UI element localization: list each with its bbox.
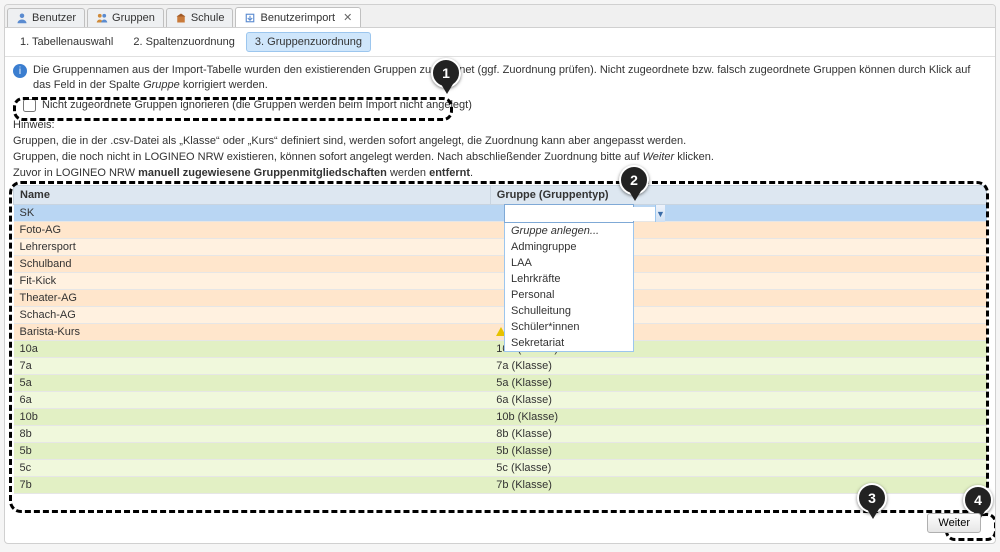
table-row[interactable]: 5b5b (Klasse)	[14, 443, 987, 460]
combo-option[interactable]: Lehrkräfte	[505, 271, 633, 287]
module-tabs: Benutzer Gruppen Schule Benutzerimport ✕	[5, 5, 995, 28]
table-row[interactable]: 5c5c (Klasse)	[14, 460, 987, 477]
table-row[interactable]: 10b10b (Klasse)	[14, 409, 987, 426]
group-mapping-table: Name Gruppe (Gruppentyp) SKFoto-AGLehrer…	[13, 185, 987, 494]
cell-name: 7b	[14, 477, 491, 494]
combo-option[interactable]: Gruppe anlegen...	[505, 223, 633, 239]
group-combo-list: Gruppe anlegen...AdmingruppeLAALehrkräft…	[504, 223, 634, 352]
combo-option[interactable]: Sekretariat	[505, 335, 633, 351]
table-row[interactable]: 5a5a (Klasse)	[14, 375, 987, 392]
step-gruppenzuordnung[interactable]: 3. Gruppenzuordnung	[246, 32, 371, 52]
cell-name: SK	[14, 205, 491, 222]
combo-option[interactable]: Schulleitung	[505, 303, 633, 319]
ignore-unmapped-groups[interactable]: Nicht zugeordnete Gruppen ignorieren (di…	[23, 99, 987, 112]
tab-label: Schule	[191, 12, 225, 24]
school-icon	[175, 12, 187, 24]
table-row[interactable]: 10a10a (Klasse)	[14, 341, 987, 358]
step-tabellenauswahl[interactable]: 1. Tabellenauswahl	[11, 32, 122, 52]
cell-group[interactable]: 10b (Klasse)	[490, 409, 986, 426]
table-row[interactable]: 7b7b (Klasse)	[14, 477, 987, 494]
table-row[interactable]: Schach-AG	[14, 307, 987, 324]
table-row[interactable]: 8b8b (Klasse)	[14, 426, 987, 443]
table-row[interactable]: Barista-Kurs	[14, 324, 987, 341]
table-row[interactable]: SK	[14, 205, 987, 222]
tab-gruppen[interactable]: Gruppen	[87, 8, 164, 27]
close-icon[interactable]: ✕	[343, 11, 352, 24]
combo-option[interactable]: Admingruppe	[505, 239, 633, 255]
table-row[interactable]: Foto-AG	[14, 222, 987, 239]
table-row[interactable]: Theater-AG	[14, 290, 987, 307]
cell-group[interactable]: 8b (Klasse)	[490, 426, 986, 443]
cell-group[interactable]: 5b (Klasse)	[490, 443, 986, 460]
cell-group[interactable]: 6a (Klasse)	[490, 392, 986, 409]
tab-label: Benutzer	[32, 12, 76, 24]
cell-name: Schach-AG	[14, 307, 491, 324]
cell-name: 5a	[14, 375, 491, 392]
cell-group[interactable]: 5c (Klasse)	[490, 460, 986, 477]
cell-name: 6a	[14, 392, 491, 409]
group-combo[interactable]: ▼ Gruppe anlegen...AdmingruppeLAALehrkrä…	[504, 204, 634, 352]
combo-option[interactable]: LAA	[505, 255, 633, 271]
next-button[interactable]: Weiter	[927, 513, 981, 533]
cell-name: 8b	[14, 426, 491, 443]
cell-name: Barista-Kurs	[14, 324, 491, 341]
ignore-unmapped-groups-checkbox[interactable]	[23, 99, 36, 112]
col-group-header[interactable]: Gruppe (Gruppentyp)	[490, 186, 986, 205]
chevron-down-icon[interactable]: ▼	[655, 205, 665, 222]
table-row[interactable]: 7a7a (Klasse)	[14, 358, 987, 375]
cell-name: 10a	[14, 341, 491, 358]
cell-group[interactable]: 7b (Klasse)	[490, 477, 986, 494]
step-tabs: 1. Tabellenauswahl 2. Spaltenzuordnung 3…	[5, 28, 995, 57]
combo-option[interactable]: Personal	[505, 287, 633, 303]
cell-name: Schulband	[14, 256, 491, 273]
cell-group[interactable]: 7a (Klasse)	[490, 358, 986, 375]
tab-schule[interactable]: Schule	[166, 8, 234, 27]
tab-label: Benutzerimport	[260, 12, 335, 24]
cell-name: 5b	[14, 443, 491, 460]
checkbox-label: Nicht zugeordnete Gruppen ignorieren (di…	[42, 99, 472, 111]
cell-name: Theater-AG	[14, 290, 491, 307]
cell-name: Fit-Kick	[14, 273, 491, 290]
col-name-header[interactable]: Name	[14, 186, 491, 205]
info-icon: i	[13, 64, 27, 78]
import-icon	[244, 12, 256, 24]
step-spaltenzuordnung[interactable]: 2. Spaltenzuordnung	[124, 32, 244, 52]
cell-group[interactable]: 5a (Klasse)	[490, 375, 986, 392]
table-row[interactable]: Schulband	[14, 256, 987, 273]
cell-name: Lehrersport	[14, 239, 491, 256]
table-row[interactable]: Fit-Kick	[14, 273, 987, 290]
cell-name: 5c	[14, 460, 491, 477]
table-row[interactable]: 6a6a (Klasse)	[14, 392, 987, 409]
combo-option[interactable]: Schüler*innen	[505, 319, 633, 335]
tab-benutzer[interactable]: Benutzer	[7, 8, 85, 27]
cell-name: 7a	[14, 358, 491, 375]
group-combo-input[interactable]	[505, 207, 655, 221]
hints: Hinweis: Gruppen, die in der .csv-Datei …	[5, 118, 995, 186]
group-icon	[96, 12, 108, 24]
table-row[interactable]: Lehrersport	[14, 239, 987, 256]
cell-name: 10b	[14, 409, 491, 426]
info-text: Die Gruppennamen aus der Import-Tabelle …	[33, 63, 987, 93]
cell-name: Foto-AG	[14, 222, 491, 239]
user-icon	[16, 12, 28, 24]
tab-benutzerimport[interactable]: Benutzerimport ✕	[235, 7, 361, 27]
tab-label: Gruppen	[112, 12, 155, 24]
